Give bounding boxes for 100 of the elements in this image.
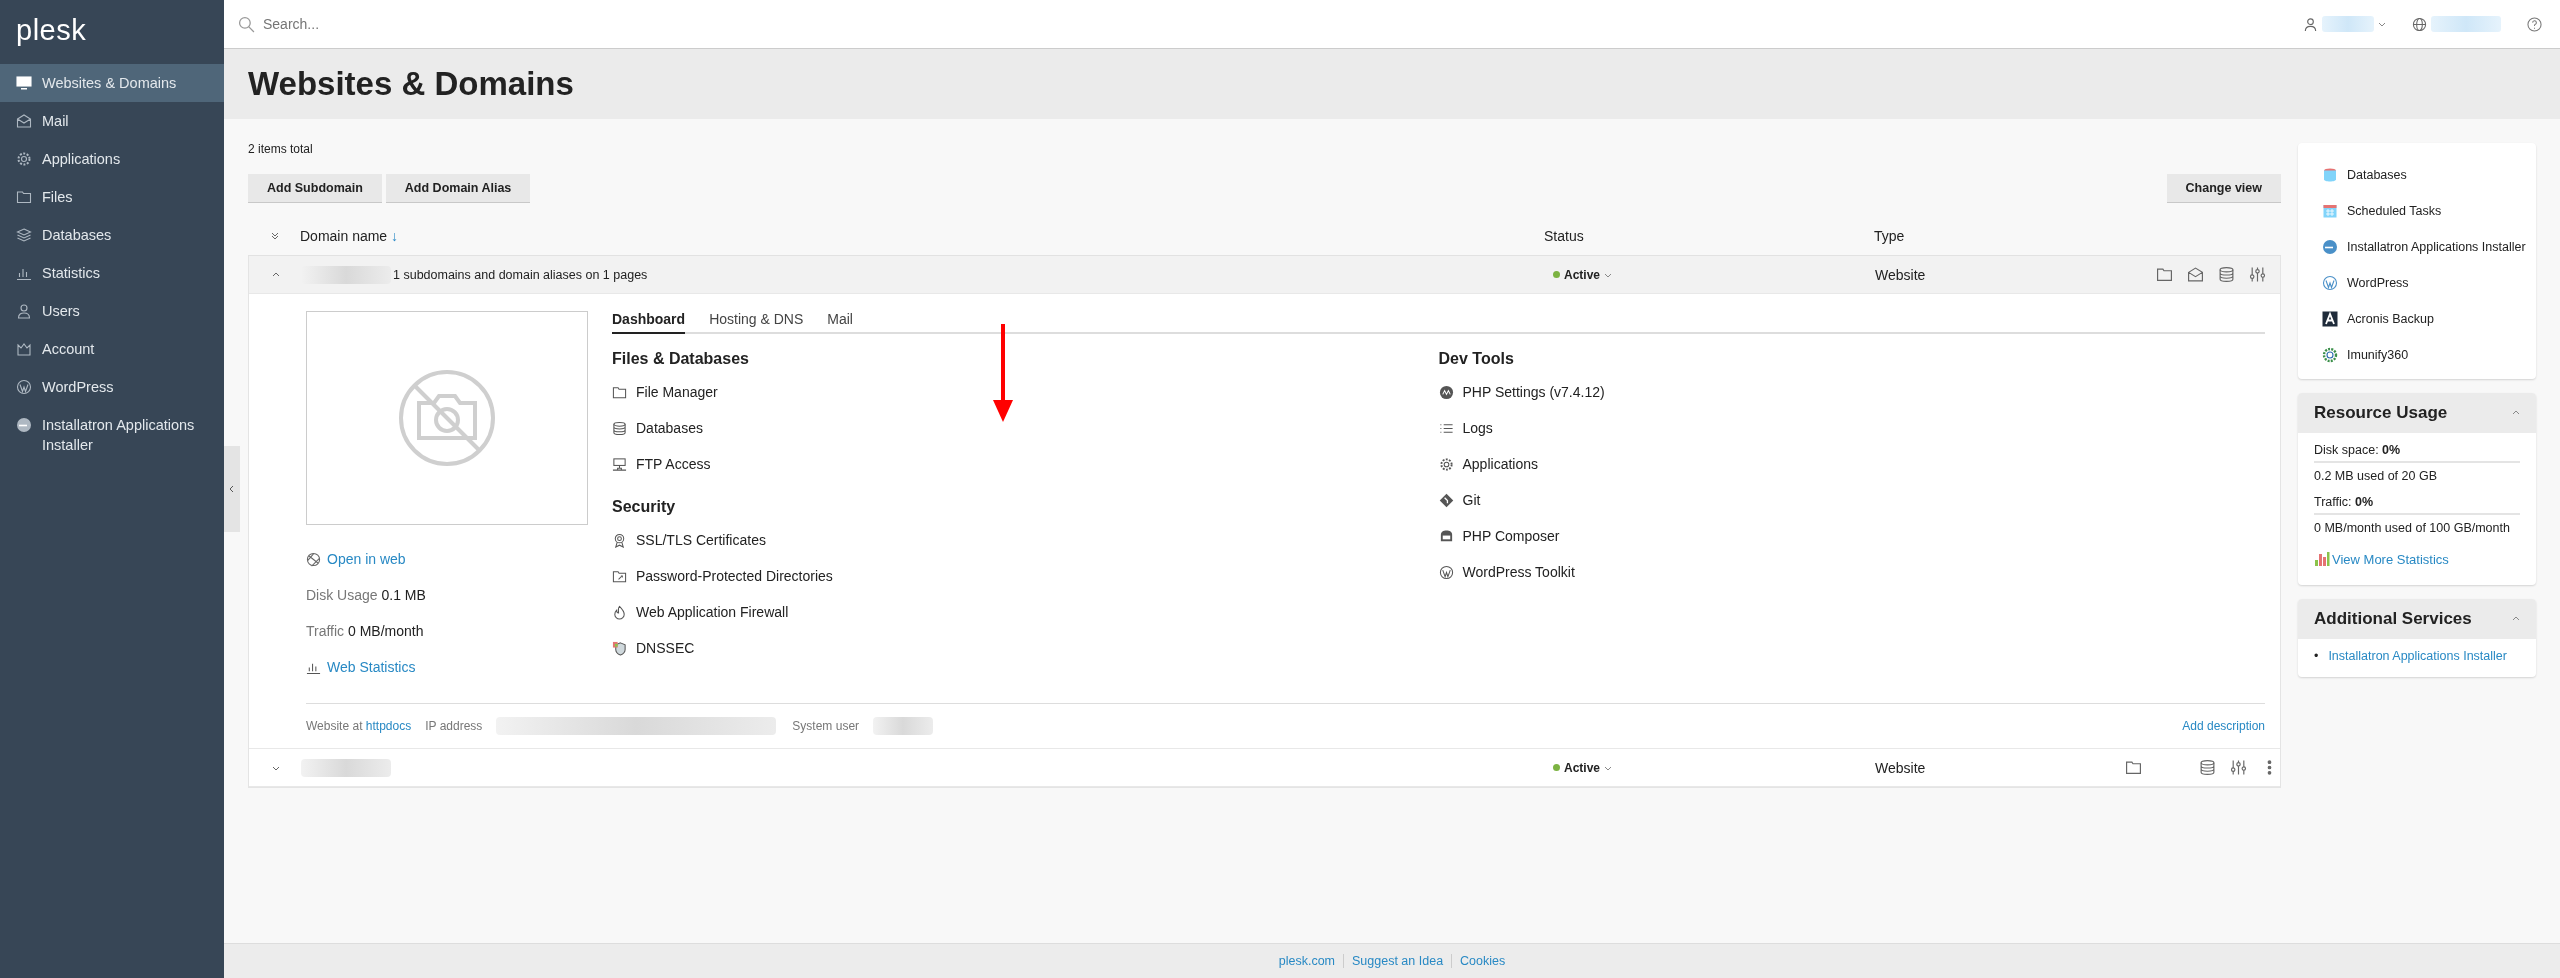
tool-link[interactable]: Logs bbox=[1438, 410, 2265, 446]
nav-item[interactable]: Websites & Domains bbox=[0, 64, 224, 102]
type-text: Website bbox=[1875, 266, 1927, 283]
nav-item[interactable]: Files bbox=[0, 178, 224, 216]
no-image-icon bbox=[397, 368, 497, 468]
tool-link[interactable]: File Manager bbox=[612, 374, 1439, 410]
bar-chart-icon bbox=[2314, 551, 2330, 567]
nav-item[interactable]: Installatron Applications Installer bbox=[0, 406, 224, 464]
logo[interactable]: plesk bbox=[0, 0, 224, 64]
database-icon bbox=[612, 420, 627, 436]
section-heading: Files & Databases bbox=[612, 350, 750, 368]
service-link[interactable]: Installatron Applications Installer bbox=[2328, 649, 2507, 663]
wp-icon bbox=[1438, 564, 1454, 580]
nav-item[interactable]: Mail bbox=[0, 102, 224, 140]
nav-item[interactable]: Users bbox=[0, 292, 224, 330]
shortcut-link[interactable]: WordPress bbox=[2322, 265, 2536, 301]
disc-icon bbox=[2322, 239, 2338, 255]
crown-icon bbox=[16, 341, 32, 357]
toolbar-button[interactable]: Add Domain Alias bbox=[385, 174, 531, 203]
type-text: Website bbox=[1875, 759, 1927, 776]
tab[interactable]: Dashboard bbox=[612, 311, 686, 334]
tool-link[interactable]: Databases bbox=[612, 410, 1439, 446]
docroot-link[interactable]: httpdocs bbox=[365, 719, 412, 733]
caret-icon[interactable] bbox=[2378, 20, 2386, 28]
items-total: 2 items total bbox=[248, 142, 314, 156]
tool-link[interactable]: Git bbox=[1438, 482, 2265, 518]
help-icon[interactable] bbox=[2527, 16, 2542, 32]
tool-link[interactable]: Web Application Firewall bbox=[612, 594, 1439, 630]
usage-stat: Traffic 0 MB/month bbox=[306, 622, 425, 641]
network-icon bbox=[612, 456, 627, 472]
badge-icon bbox=[612, 532, 627, 548]
domain-subtitle: 1 subdomains and domain aliases on 1 pages bbox=[393, 267, 648, 282]
collapse-handle[interactable] bbox=[224, 446, 240, 532]
shortcut-link[interactable]: Imunify360 bbox=[2322, 337, 2536, 373]
globe-icon[interactable] bbox=[2412, 16, 2427, 32]
bullet: • bbox=[2314, 649, 2319, 663]
tool-link[interactable]: Applications bbox=[1438, 446, 2265, 482]
collapse-icon[interactable] bbox=[2512, 409, 2520, 417]
db-icon bbox=[2322, 167, 2338, 183]
layers-icon bbox=[16, 227, 32, 243]
tool-link[interactable]: SSL/TLS Certificates bbox=[612, 522, 1439, 558]
user-icon[interactable] bbox=[2303, 16, 2318, 32]
usage-label: Disk space: 0% bbox=[2314, 443, 2402, 457]
website-at-text: Website at httpdocs bbox=[306, 719, 412, 733]
expand-all-icon[interactable] bbox=[270, 231, 280, 241]
sliders-icon bbox=[2230, 759, 2247, 776]
system-user-label: System user bbox=[792, 719, 860, 733]
tool-link[interactable]: Password-Protected Directories bbox=[612, 558, 1439, 594]
status-dropdown[interactable]: Active bbox=[1545, 760, 1875, 775]
calendar-icon bbox=[2322, 203, 2338, 219]
mail-icon bbox=[2187, 266, 2204, 283]
nav-item[interactable]: Applications bbox=[0, 140, 224, 178]
open-in-web-link[interactable]: Open in web bbox=[306, 541, 588, 577]
usage-label: Traffic: 0% bbox=[2314, 495, 2375, 509]
user-icon bbox=[16, 303, 32, 319]
blurred-text bbox=[2322, 16, 2374, 32]
disc-icon bbox=[16, 417, 32, 433]
monitor-icon bbox=[16, 75, 32, 91]
tab[interactable]: Mail bbox=[827, 311, 853, 334]
collapse-icon[interactable] bbox=[2512, 615, 2520, 623]
nav-item[interactable]: Statistics bbox=[0, 254, 224, 292]
search-icon bbox=[238, 15, 255, 33]
wp-icon bbox=[2322, 275, 2338, 291]
mail-icon bbox=[16, 113, 32, 129]
change-view-button[interactable]: Change view bbox=[2166, 174, 2281, 203]
sliders-icon bbox=[2249, 266, 2266, 283]
view-more-statistics-link[interactable]: View More Statistics bbox=[2314, 547, 2520, 571]
card-title: Resource Usage bbox=[2314, 403, 2448, 423]
database-icon bbox=[2218, 266, 2235, 283]
shortcut-link[interactable]: Installatron Applications Installer bbox=[2322, 229, 2536, 265]
web-statistics-link[interactable]: Web Statistics bbox=[306, 649, 588, 685]
blurred-text bbox=[2431, 16, 2501, 32]
tab[interactable]: Hosting & DNS bbox=[709, 311, 804, 334]
search-field[interactable]: Search... bbox=[261, 15, 565, 33]
folder-icon bbox=[16, 189, 32, 205]
blurred-text bbox=[873, 717, 934, 735]
nav-item[interactable]: Databases bbox=[0, 216, 224, 254]
column-header[interactable]: Domain name ↓ bbox=[300, 228, 1544, 244]
tool-link[interactable]: PHP Settings (v7.4.12) bbox=[1438, 374, 2265, 410]
usage-text: 0 MB/month used of 100 GB/month bbox=[2314, 521, 2511, 535]
nav-item[interactable]: Account bbox=[0, 330, 224, 368]
shortcut-link[interactable]: Acronis Backup bbox=[2322, 301, 2536, 337]
tool-link[interactable]: FTP Access bbox=[612, 446, 1439, 482]
gear-icon bbox=[16, 151, 32, 167]
tool-link[interactable]: DNSSEC bbox=[612, 630, 1439, 666]
tool-link[interactable]: WordPress Toolkit bbox=[1438, 554, 2265, 590]
nav-item[interactable]: WordPress bbox=[0, 368, 224, 406]
flame-icon bbox=[612, 604, 627, 620]
shortcut-link[interactable]: Databases bbox=[2322, 157, 2536, 193]
shield-icon bbox=[612, 640, 627, 656]
tool-link[interactable]: PHP Composer bbox=[1438, 518, 2265, 554]
usage-stat: Disk Usage 0.1 MB bbox=[306, 586, 427, 605]
database-icon bbox=[2199, 759, 2216, 776]
status-dropdown[interactable]: Active bbox=[1545, 267, 1875, 282]
ip-label: IP address bbox=[425, 719, 483, 733]
usage-text: 0.2 MB used of 20 GB bbox=[2314, 469, 2438, 483]
folder-icon bbox=[2156, 266, 2173, 283]
add-description-link[interactable]: Add description bbox=[2182, 719, 2265, 733]
shortcut-link[interactable]: Scheduled Tasks bbox=[2322, 193, 2536, 229]
toolbar-button[interactable]: Add Subdomain bbox=[248, 174, 382, 203]
